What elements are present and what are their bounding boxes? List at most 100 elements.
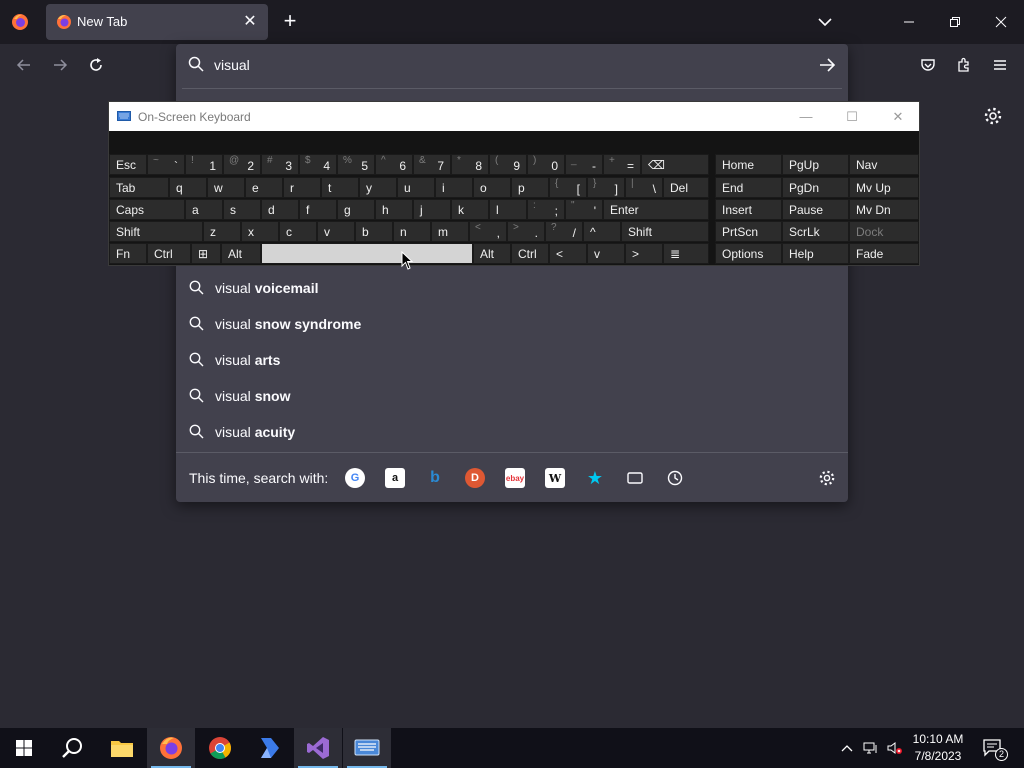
history-icon[interactable] [665, 468, 685, 488]
taskbar-search-button[interactable] [48, 728, 96, 768]
menu-button[interactable] [987, 53, 1013, 77]
key-4-12[interactable]: Help [782, 243, 849, 264]
volume-button[interactable] [884, 728, 906, 768]
suggestion-item[interactable]: visual voicemail [176, 271, 848, 305]
key-4-0[interactable]: Fn [109, 243, 147, 264]
key-3-3[interactable]: c [279, 221, 317, 242]
key-3-6[interactable]: n [393, 221, 431, 242]
key-2-14[interactable]: Pause [782, 199, 849, 220]
key-1-1[interactable]: q [169, 177, 207, 198]
tab-close-icon[interactable]: ✕ [240, 12, 260, 32]
network-button[interactable] [860, 728, 882, 768]
tab-new-tab[interactable]: New Tab ✕ [46, 4, 268, 40]
search-settings-gear-icon[interactable] [818, 469, 836, 487]
key-0-7[interactable]: ^ 6 [375, 154, 413, 175]
osk-close-button[interactable]: ✕ [875, 102, 921, 131]
key-4-10[interactable]: ≣ [663, 243, 709, 264]
key-3-14[interactable]: ScrLk [782, 221, 849, 242]
key-3-2[interactable]: x [241, 221, 279, 242]
key-1-6[interactable]: y [359, 177, 397, 198]
key-1-15[interactable]: End [715, 177, 782, 198]
key-0-15[interactable]: Home [715, 154, 782, 175]
key-2-1[interactable]: a [185, 199, 223, 220]
key-2-11[interactable]: " ' [565, 199, 603, 220]
pocket-button[interactable] [915, 53, 941, 77]
suggestion-item[interactable]: visual arts [176, 343, 848, 377]
osk-maximize-button[interactable]: ☐ [829, 102, 875, 131]
key-2-0[interactable]: Caps [109, 199, 185, 220]
reload-button[interactable] [83, 53, 109, 77]
key-2-12[interactable]: Enter [603, 199, 709, 220]
new-tab-button[interactable]: + [279, 10, 301, 32]
key-4-8[interactable]: v [587, 243, 625, 264]
suggestion-item[interactable]: visual acuity [176, 415, 848, 449]
key-4-2[interactable]: ⊞ [191, 243, 221, 264]
key-0-2[interactable]: ! 1 [185, 154, 223, 175]
key-1-0[interactable]: Tab [109, 177, 169, 198]
show-hidden-icons-button[interactable] [836, 728, 858, 768]
key-0-14[interactable]: ⌫ [641, 154, 709, 175]
key-3-9[interactable]: >. [507, 221, 545, 242]
ebay-icon[interactable]: ebay [505, 468, 525, 488]
key-0-1[interactable]: ~ ` [147, 154, 185, 175]
key-2-7[interactable]: j [413, 199, 451, 220]
go-arrow-icon[interactable] [816, 54, 838, 76]
close-window-button[interactable] [978, 0, 1024, 44]
key-0-12[interactable]: _ - [565, 154, 603, 175]
key-2-13[interactable]: Insert [715, 199, 782, 220]
minimize-button[interactable] [886, 0, 932, 44]
key-1-16[interactable]: PgDn [782, 177, 849, 198]
key-2-10[interactable]: :; [527, 199, 565, 220]
key-4-6[interactable]: Ctrl [511, 243, 549, 264]
key-0-16[interactable]: PgUp [782, 154, 849, 175]
key-3-13[interactable]: PrtScn [715, 221, 782, 242]
key-0-6[interactable]: % 5 [337, 154, 375, 175]
key-4-13[interactable]: Fade [849, 243, 919, 264]
key-0-3[interactable]: @2 [223, 154, 261, 175]
restore-button[interactable] [932, 0, 978, 44]
key-1-17[interactable]: Mv Up [849, 177, 919, 198]
key-3-4[interactable]: v [317, 221, 355, 242]
key-1-14[interactable]: Del [663, 177, 709, 198]
start-button[interactable] [0, 728, 48, 768]
key-1-5[interactable]: t [321, 177, 359, 198]
duckduckgo-icon[interactable]: D [465, 468, 485, 488]
taskbar-on-screen-keyboard[interactable] [343, 728, 391, 768]
key-1-7[interactable]: u [397, 177, 435, 198]
key-2-15[interactable]: Mv Dn [849, 199, 919, 220]
key-2-4[interactable]: f [299, 199, 337, 220]
url-input[interactable]: visual [176, 44, 848, 86]
key-0-8[interactable]: & 7 [413, 154, 451, 175]
google-icon[interactable]: G [345, 468, 365, 488]
bing-icon[interactable]: b [425, 468, 445, 488]
key-3-8[interactable]: <, [469, 221, 507, 242]
key-2-2[interactable]: s [223, 199, 261, 220]
taskbar-clock[interactable]: 10:10 AM 7/8/2023 [906, 731, 970, 765]
key-3-11[interactable]: ^ [583, 221, 621, 242]
key-0-17[interactable]: Nav [849, 154, 919, 175]
key-0-13[interactable]: + = [603, 154, 641, 175]
key-4-5[interactable]: Alt [473, 243, 511, 264]
key-2-5[interactable]: g [337, 199, 375, 220]
firefox-view-button[interactable] [8, 10, 32, 34]
taskbar-firefox[interactable] [147, 728, 195, 768]
bookmarks-icon[interactable]: ★ [585, 468, 605, 488]
key-1-2[interactable]: w [207, 177, 245, 198]
key-3-1[interactable]: z [203, 221, 241, 242]
key-3-10[interactable]: ? / [545, 221, 583, 242]
key-1-4[interactable]: r [283, 177, 321, 198]
osk-minimize-button[interactable]: — [783, 102, 829, 131]
key-0-5[interactable]: $4 [299, 154, 337, 175]
amazon-icon[interactable]: a [385, 468, 405, 488]
suggestion-item[interactable]: visual snow [176, 379, 848, 413]
list-all-tabs-icon[interactable] [815, 12, 835, 32]
key-4-9[interactable]: > [625, 243, 663, 264]
tabs-icon[interactable] [625, 468, 645, 488]
key-1-9[interactable]: o [473, 177, 511, 198]
key-2-8[interactable]: k [451, 199, 489, 220]
key-2-6[interactable]: h [375, 199, 413, 220]
key-4-1[interactable]: Ctrl [147, 243, 191, 264]
key-1-11[interactable]: {[ [549, 177, 587, 198]
action-center-button[interactable]: 2 [978, 728, 1008, 768]
key-1-10[interactable]: p [511, 177, 549, 198]
